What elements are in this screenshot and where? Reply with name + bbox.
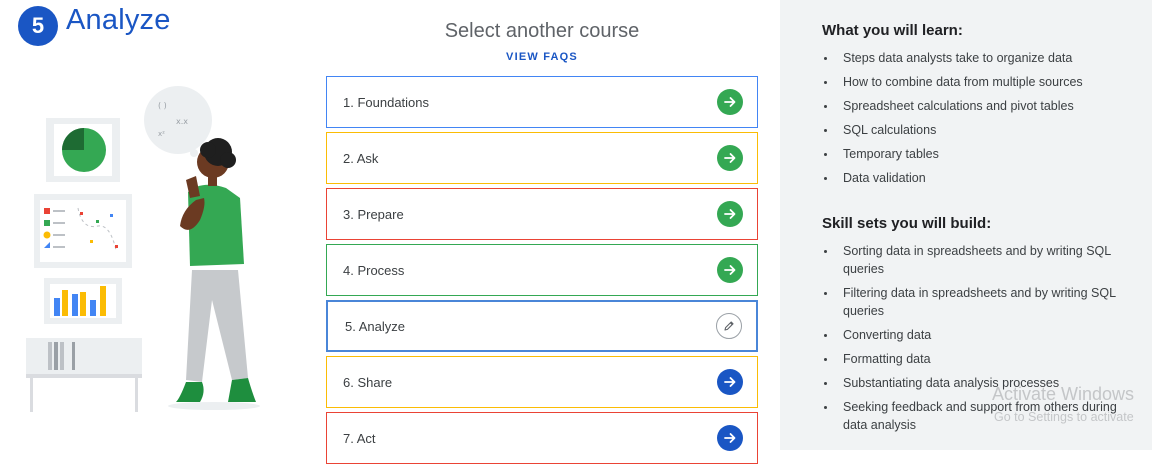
- learn-section-title: What you will learn:: [822, 22, 963, 39]
- person-figure: [168, 138, 260, 410]
- analyst-illustration: ( ) x.x x²: [26, 86, 260, 412]
- course-label: 2. Ask: [343, 150, 379, 166]
- course-selector-heading: Select another course: [444, 20, 640, 42]
- skill-item: Filtering data in spreadsheets and by wr…: [822, 284, 1132, 320]
- svg-text:( ): ( ): [158, 101, 167, 110]
- arrow-right-icon[interactable]: [717, 145, 743, 171]
- skills-section-title: Skill sets you will build:: [822, 215, 992, 232]
- course-label: 3. Prepare: [343, 206, 404, 222]
- svg-text:x²: x²: [158, 130, 165, 138]
- arrow-right-icon[interactable]: [717, 425, 743, 451]
- course-label: 1. Foundations: [343, 94, 430, 110]
- course-item-ask[interactable]: 2. Ask: [326, 132, 758, 184]
- learn-item: Data validation: [822, 169, 1132, 187]
- page-title: Analyze: [66, 4, 171, 36]
- pencil-icon[interactable]: [716, 313, 742, 339]
- skill-item: Converting data: [822, 326, 1132, 344]
- bookshelf: [26, 338, 142, 412]
- learn-list: Steps data analysts take to organize dat…: [822, 49, 1132, 187]
- step-number-badge: 5: [18, 6, 58, 46]
- skill-item: Formatting data: [822, 350, 1132, 368]
- learn-item: Steps data analysts take to organize dat…: [822, 49, 1132, 67]
- course-label: 6. Share: [343, 374, 393, 390]
- arrow-right-icon[interactable]: [717, 257, 743, 283]
- scatter-frame: [34, 194, 132, 268]
- course-list: 1. Foundations 2. Ask 3. Prepare 4. Proc…: [326, 76, 758, 468]
- skill-item: Seeking feedback and support from others…: [822, 398, 1132, 434]
- view-faqs-link[interactable]: VIEW FAQS: [326, 51, 758, 63]
- arrow-right-icon[interactable]: [717, 201, 743, 227]
- pie-chart-frame: [46, 118, 120, 182]
- course-label: 4. Process: [343, 262, 405, 278]
- learn-item: Temporary tables: [822, 145, 1132, 163]
- skills-list: Sorting data in spreadsheets and by writ…: [822, 242, 1132, 434]
- course-item-foundations[interactable]: 1. Foundations: [326, 76, 758, 128]
- course-item-prepare[interactable]: 3. Prepare: [326, 188, 758, 240]
- bar-chart-frame: [44, 278, 122, 324]
- course-item-share[interactable]: 6. Share: [326, 356, 758, 408]
- skill-item: Sorting data in spreadsheets and by writ…: [822, 242, 1132, 278]
- course-item-act[interactable]: 7. Act: [326, 412, 758, 464]
- course-item-analyze[interactable]: 5. Analyze: [326, 300, 758, 352]
- course-item-process[interactable]: 4. Process: [326, 244, 758, 296]
- arrow-right-icon[interactable]: [717, 369, 743, 395]
- course-label: 7. Act: [343, 430, 376, 446]
- course-label: 5. Analyze: [345, 318, 405, 334]
- learn-item: SQL calculations: [822, 121, 1132, 139]
- skill-item: Substantiating data analysis processes: [822, 374, 1132, 392]
- course-info-panel: What you will learn: Steps data analysts…: [780, 0, 1152, 450]
- svg-text:x.x: x.x: [176, 117, 188, 126]
- arrow-right-icon[interactable]: [717, 89, 743, 115]
- learn-item: How to combine data from multiple source…: [822, 73, 1132, 91]
- learn-item: Spreadsheet calculations and pivot table…: [822, 97, 1132, 115]
